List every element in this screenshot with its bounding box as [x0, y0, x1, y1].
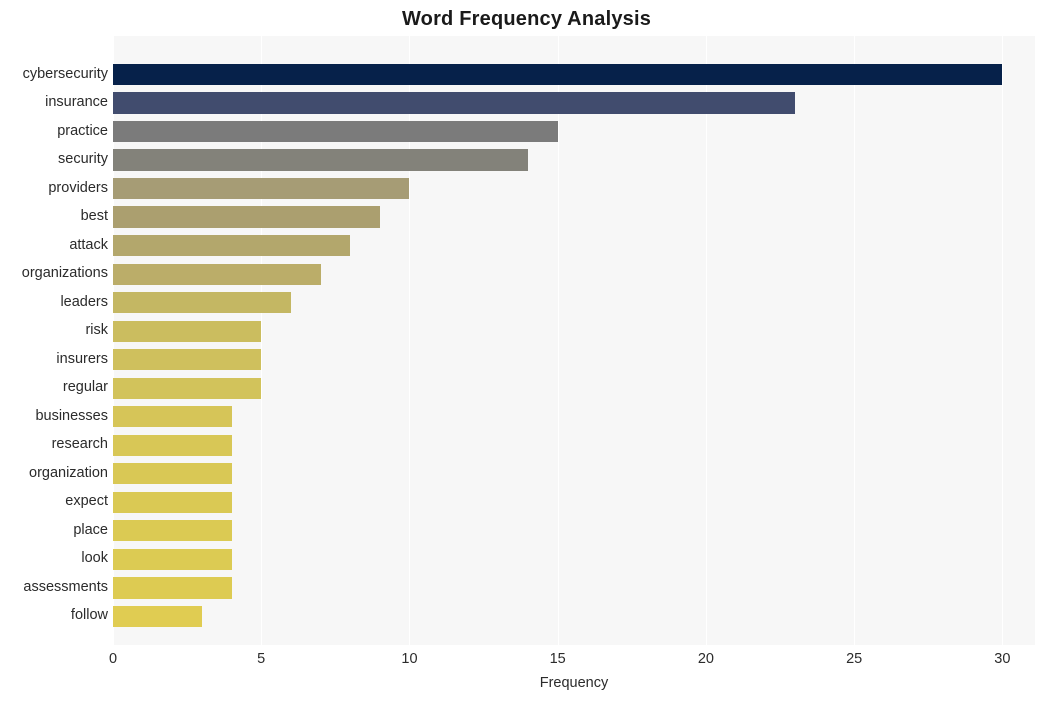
y-tick-label: place: [73, 521, 108, 538]
x-tick-label: 0: [108, 651, 118, 667]
bar-row[interactable]: [113, 345, 1035, 374]
x-axis-label: Frequency: [539, 675, 609, 691]
bar-row[interactable]: [113, 203, 1035, 232]
bar[interactable]: [113, 406, 232, 428]
y-tick-label: look: [81, 550, 108, 567]
y-tick-label: assessments: [23, 578, 108, 595]
x-tick-label: 15: [549, 651, 566, 667]
bar-row[interactable]: [113, 89, 1035, 118]
bar[interactable]: [113, 149, 529, 171]
bar-row[interactable]: [113, 545, 1035, 574]
x-tick-label: 10: [401, 651, 418, 667]
chart-figure: Word Frequency Analysis cybersecurity ins…: [0, 0, 1053, 701]
y-tick-label: organization: [29, 464, 108, 481]
bar-row[interactable]: [113, 117, 1035, 146]
bar[interactable]: [113, 349, 262, 371]
y-tick-label: risk: [85, 322, 108, 339]
bar[interactable]: [113, 320, 262, 342]
bar-row[interactable]: [113, 231, 1035, 260]
bar[interactable]: [113, 63, 1003, 86]
chart-title: Word Frequency Analysis: [401, 8, 652, 30]
bar-row[interactable]: [113, 146, 1035, 175]
y-tick-label: security: [58, 151, 108, 168]
x-tick-label: 25: [846, 651, 863, 667]
bar-row[interactable]: [113, 374, 1035, 403]
bar-row[interactable]: [113, 288, 1035, 317]
y-tick-label: insurers: [56, 350, 108, 367]
bar[interactable]: [113, 491, 232, 513]
bar[interactable]: [113, 206, 380, 228]
bar-row[interactable]: [113, 460, 1035, 489]
bar-row[interactable]: [113, 574, 1035, 603]
bar-row[interactable]: [113, 317, 1035, 346]
bar[interactable]: [113, 520, 232, 542]
bar[interactable]: [113, 177, 410, 200]
bar-row[interactable]: [113, 431, 1035, 460]
bar-row[interactable]: [113, 174, 1035, 203]
bar[interactable]: [113, 292, 291, 314]
bar-row[interactable]: [113, 403, 1035, 432]
y-tick-label: research: [51, 436, 108, 453]
bar[interactable]: [113, 605, 202, 628]
bar[interactable]: [113, 434, 232, 456]
bar[interactable]: [113, 263, 321, 285]
y-tick-label: practice: [57, 122, 108, 139]
x-tick-label: 30: [994, 651, 1011, 667]
bar-row[interactable]: [113, 602, 1035, 631]
x-tick-label: 5: [257, 651, 266, 667]
bar[interactable]: [113, 548, 232, 571]
y-tick-label: best: [80, 208, 108, 225]
bar[interactable]: [113, 235, 351, 257]
y-tick-label: regular: [62, 379, 108, 396]
bar[interactable]: [113, 463, 232, 485]
bar-row[interactable]: [113, 488, 1035, 517]
y-tick-label: cybersecurity: [22, 65, 108, 82]
y-tick-label: follow: [70, 607, 108, 624]
y-tick-label: businesses: [35, 407, 108, 424]
y-tick-label: organizations: [21, 265, 108, 282]
y-tick-label: providers: [48, 179, 108, 196]
y-tick-label: leaders: [60, 293, 108, 310]
bar[interactable]: [113, 120, 558, 143]
bar-row[interactable]: [113, 260, 1035, 289]
y-tick-label: attack: [69, 236, 108, 253]
bar[interactable]: [113, 377, 262, 399]
y-tick-label: insurance: [45, 94, 108, 111]
plot-area: [113, 36, 1035, 645]
bar-row[interactable]: [113, 60, 1035, 89]
bar[interactable]: [113, 577, 232, 599]
bar-row[interactable]: [113, 517, 1035, 546]
y-tick-label: expect: [65, 493, 108, 510]
bar[interactable]: [113, 92, 795, 114]
x-tick-label: 20: [697, 651, 714, 667]
